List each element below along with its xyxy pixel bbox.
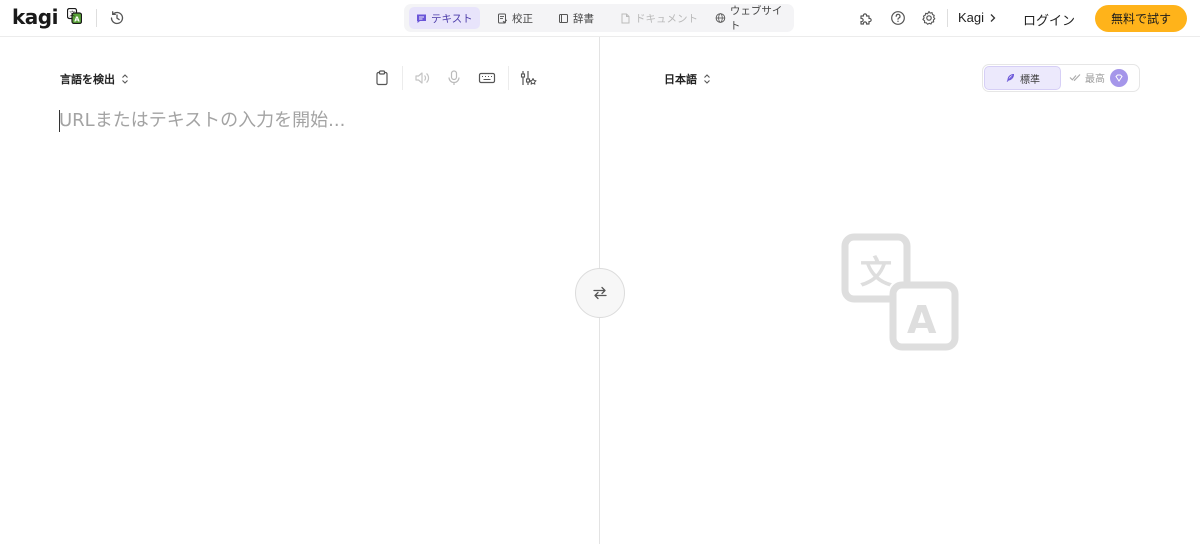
chat-bubble-icon [417, 14, 426, 23]
tab-dictionary[interactable]: 辞書 [551, 7, 601, 29]
login-link[interactable]: ログイン [1023, 10, 1075, 29]
tab-text[interactable]: テキスト [409, 7, 480, 29]
source-language-label: 言語を検出 [60, 73, 115, 86]
tab-label: 校正 [512, 12, 533, 25]
history-icon[interactable] [108, 9, 126, 27]
source-text-input[interactable] [59, 106, 579, 506]
swap-arrows-icon [593, 286, 607, 300]
quality-standard-label: 標準 [1020, 74, 1040, 86]
header-separator [947, 9, 948, 27]
logo-separator [96, 9, 97, 27]
kagi-logo[interactable]: kagi [12, 5, 58, 29]
book-icon [559, 13, 568, 23]
tab-proofread[interactable]: 校正 [490, 7, 540, 29]
feather-icon [1006, 73, 1015, 82]
free-trial-button[interactable]: 無料で試す [1095, 5, 1187, 32]
top-bar: kagi 文 A テキスト 校正 辞書 ドキュメント ウェブサイト Kagi ロ… [0, 0, 1200, 37]
microphone-icon[interactable] [445, 69, 463, 87]
target-language-label: 日本語 [664, 73, 697, 86]
svg-text:A: A [74, 16, 80, 24]
document-icon [621, 13, 630, 23]
chevron-right-icon [990, 14, 996, 22]
tab-label: 辞書 [573, 12, 594, 25]
speaker-icon[interactable] [413, 69, 431, 87]
tab-label: テキスト [431, 12, 473, 25]
clipboard-icon[interactable] [373, 69, 391, 87]
puzzle-icon[interactable] [858, 10, 875, 27]
tab-label: ドキュメント [635, 12, 698, 25]
quality-best-button[interactable]: 最高 [1069, 70, 1105, 85]
translate-logo-icon: 文 A [67, 8, 82, 24]
tab-label: ウェブサイト [729, 5, 783, 32]
gear-icon[interactable] [921, 10, 937, 26]
sliders-icon[interactable] [519, 69, 537, 87]
swap-languages-button[interactable] [575, 268, 625, 318]
globe-icon [715, 13, 726, 23]
quality-best-label: 最高 [1085, 74, 1105, 85]
quality-standard-button[interactable]: 標準 [984, 66, 1061, 90]
tab-document[interactable]: ドキュメント [613, 7, 705, 29]
source-language-select[interactable]: 言語を検出 [60, 71, 129, 87]
text-caret [59, 110, 60, 132]
quality-toggle: 標準 最高 [982, 64, 1140, 92]
chevron-up-down-icon [122, 74, 128, 84]
double-check-icon [1069, 74, 1081, 82]
proofread-icon [498, 13, 508, 23]
mode-tabs: テキスト 校正 辞書 ドキュメント ウェブサイト [404, 4, 794, 32]
tab-website[interactable]: ウェブサイト [708, 5, 794, 32]
svg-text:文: 文 [860, 253, 892, 291]
translate-placeholder-icon: 文 A [841, 233, 959, 351]
kagi-link[interactable]: Kagi [958, 10, 984, 25]
svg-text:A: A [907, 298, 937, 342]
premium-gem-icon [1110, 69, 1128, 87]
chevron-up-down-icon [704, 74, 710, 84]
help-icon[interactable] [890, 10, 906, 26]
target-language-select[interactable]: 日本語 [664, 71, 711, 87]
keyboard-icon[interactable] [478, 69, 496, 87]
